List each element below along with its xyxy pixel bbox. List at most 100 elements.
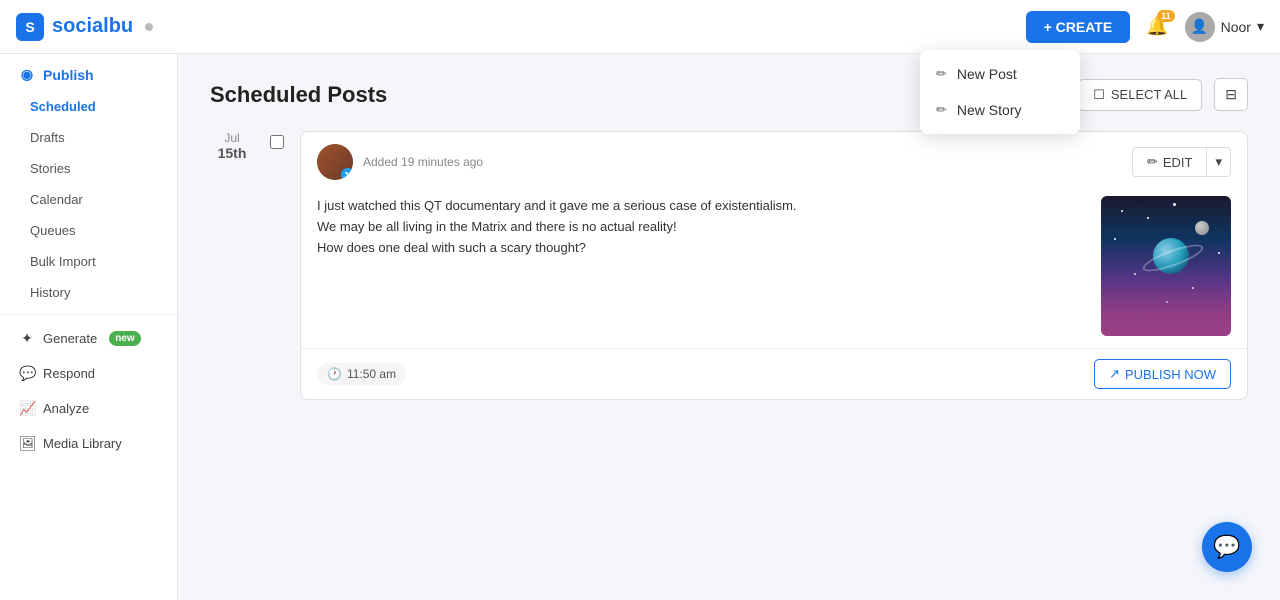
post-body: I just watched this QT documentary and i…: [301, 188, 1247, 348]
share-icon: ↗: [1109, 366, 1120, 382]
filter-button[interactable]: ⊟: [1214, 78, 1248, 111]
header-right: ☐ SELECT ALL ⊟: [1078, 78, 1248, 111]
chevron-down-icon: ▾: [1215, 154, 1222, 169]
small-planet: [1195, 221, 1209, 235]
page-header: Scheduled Posts ☐ SELECT ALL ⊟: [210, 78, 1248, 111]
star-1: [1121, 210, 1123, 212]
checkbox-icon: ☐: [1093, 87, 1105, 103]
post-author: 𝕏 Added 19 minutes ago: [317, 144, 483, 180]
date-day: 15th: [210, 145, 254, 161]
sidebar-item-stories[interactable]: Stories: [0, 153, 177, 184]
post-date-section: Jul 15th 𝕏 Added 19 minutes ago ✏: [210, 131, 1248, 400]
clock-icon: 🕐: [327, 367, 342, 381]
sidebar-label-generate: Generate: [43, 331, 97, 346]
sidebar-item-drafts[interactable]: Drafts: [0, 122, 177, 153]
edit-post-icon: ✏: [936, 66, 947, 82]
post-image: [1101, 196, 1231, 336]
publish-icon: ◉: [19, 66, 35, 83]
sidebar-item-analyze[interactable]: 📈 Analyze: [0, 391, 177, 426]
respond-icon: 💬: [19, 365, 35, 382]
sidebar: ◉ Publish Scheduled Drafts Stories Calen…: [0, 54, 178, 600]
sidebar-label-analyze: Analyze: [43, 401, 89, 416]
sidebar-label-publish: Publish: [43, 67, 94, 83]
sidebar-label-scheduled: Scheduled: [30, 99, 96, 114]
filter-icon: ⊟: [1225, 86, 1237, 102]
sidebar-label-stories: Stories: [30, 161, 70, 176]
new-story-item[interactable]: ✏ New Story: [920, 92, 1080, 128]
select-all-button[interactable]: ☐ SELECT ALL: [1078, 79, 1202, 111]
star-4: [1147, 217, 1149, 219]
create-button[interactable]: + CREATE: [1026, 11, 1131, 43]
sidebar-label-bulk-import: Bulk Import: [30, 254, 96, 269]
sidebar-item-publish[interactable]: ◉ Publish: [0, 54, 177, 91]
scheduled-time-badge: 🕐 11:50 am: [317, 363, 406, 385]
sidebar-item-bulk-import[interactable]: Bulk Import: [0, 246, 177, 277]
date-month: Jul: [210, 131, 254, 145]
main-content: Scheduled Posts ☐ SELECT ALL ⊟ Jul 15th: [178, 54, 1280, 600]
sidebar-label-queues: Queues: [30, 223, 76, 238]
nav-right: + CREATE 🔔 11 👤 Noor ▾: [1026, 11, 1264, 43]
new-post-label: New Post: [957, 66, 1017, 82]
edit-story-icon: ✏: [936, 102, 947, 118]
notifications-button[interactable]: 🔔 11: [1142, 12, 1172, 41]
layout: ◉ Publish Scheduled Drafts Stories Calen…: [0, 54, 1280, 600]
create-dropdown: ✏ New Post ✏ New Story: [920, 50, 1080, 134]
topnav: S socialbu + CREATE 🔔 11 👤 Noor ▾ ✏ New …: [0, 0, 1280, 54]
post-card-actions: ✏ EDIT ▾: [1132, 147, 1231, 177]
sidebar-item-generate[interactable]: ✦ Generate new: [0, 321, 177, 356]
sidebar-item-scheduled[interactable]: Scheduled: [0, 91, 177, 122]
generate-new-badge: new: [109, 331, 140, 346]
analyze-icon: 📈: [19, 400, 35, 417]
chat-fab-button[interactable]: 💬: [1202, 522, 1252, 572]
select-all-label: SELECT ALL: [1111, 87, 1187, 102]
sidebar-divider-1: [0, 314, 177, 315]
sidebar-item-media-library[interactable]: 🖼 Media Library: [0, 426, 177, 461]
post-text: I just watched this QT documentary and i…: [317, 196, 1085, 336]
sidebar-item-calendar[interactable]: Calendar: [0, 184, 177, 215]
logo-area: S socialbu: [16, 13, 153, 41]
post-footer: 🕐 11:50 am ↗ PUBLISH NOW: [301, 348, 1247, 399]
chevron-down-icon: ▾: [1257, 18, 1264, 35]
author-avatar: 𝕏: [317, 144, 353, 180]
new-post-item[interactable]: ✏ New Post: [920, 56, 1080, 92]
new-story-label: New Story: [957, 102, 1022, 118]
sidebar-label-history: History: [30, 285, 70, 300]
logo-dot: [145, 23, 153, 31]
sidebar-label-drafts: Drafts: [30, 130, 65, 145]
edit-button[interactable]: ✏ EDIT: [1132, 147, 1208, 177]
post-text-line1: I just watched this QT documentary and i…: [317, 196, 1085, 217]
edit-label: EDIT: [1163, 155, 1193, 170]
sidebar-item-queues[interactable]: Queues: [0, 215, 177, 246]
star-5: [1114, 238, 1116, 240]
publish-now-button[interactable]: ↗ PUBLISH NOW: [1094, 359, 1231, 389]
post-card: 𝕏 Added 19 minutes ago ✏ EDIT ▾: [300, 131, 1248, 400]
post-card-header: 𝕏 Added 19 minutes ago ✏ EDIT ▾: [301, 132, 1247, 188]
page-title: Scheduled Posts: [210, 82, 387, 108]
post-select-checkbox[interactable]: [270, 135, 284, 149]
post-added-time: Added 19 minutes ago: [363, 155, 483, 169]
generate-icon: ✦: [19, 330, 35, 347]
chat-icon: 💬: [1213, 534, 1240, 560]
user-menu-button[interactable]: 👤 Noor ▾: [1185, 12, 1264, 42]
sidebar-label-respond: Respond: [43, 366, 95, 381]
sidebar-item-respond[interactable]: 💬 Respond: [0, 356, 177, 391]
user-name: Noor: [1221, 19, 1251, 35]
nebula: [1101, 259, 1231, 336]
post-text-line2: We may be all living in the Matrix and t…: [317, 217, 1085, 238]
user-avatar: 👤: [1185, 12, 1215, 42]
media-icon: 🖼: [19, 435, 35, 452]
sidebar-label-calendar: Calendar: [30, 192, 83, 207]
post-image-inner: [1101, 196, 1231, 336]
more-options-button[interactable]: ▾: [1207, 147, 1231, 177]
logo-text: socialbu: [52, 15, 133, 38]
notifications-badge: 11: [1157, 10, 1175, 22]
post-text-line3: How does one deal with such a scary thou…: [317, 238, 1085, 259]
star-6: [1218, 252, 1220, 254]
star-3: [1173, 203, 1176, 206]
publish-now-label: PUBLISH NOW: [1125, 367, 1216, 382]
post-time: 11:50 am: [347, 367, 396, 381]
twitter-icon: 𝕏: [341, 168, 353, 180]
edit-icon: ✏: [1147, 154, 1158, 170]
logo-icon: S: [16, 13, 44, 41]
sidebar-item-history[interactable]: History: [0, 277, 177, 308]
